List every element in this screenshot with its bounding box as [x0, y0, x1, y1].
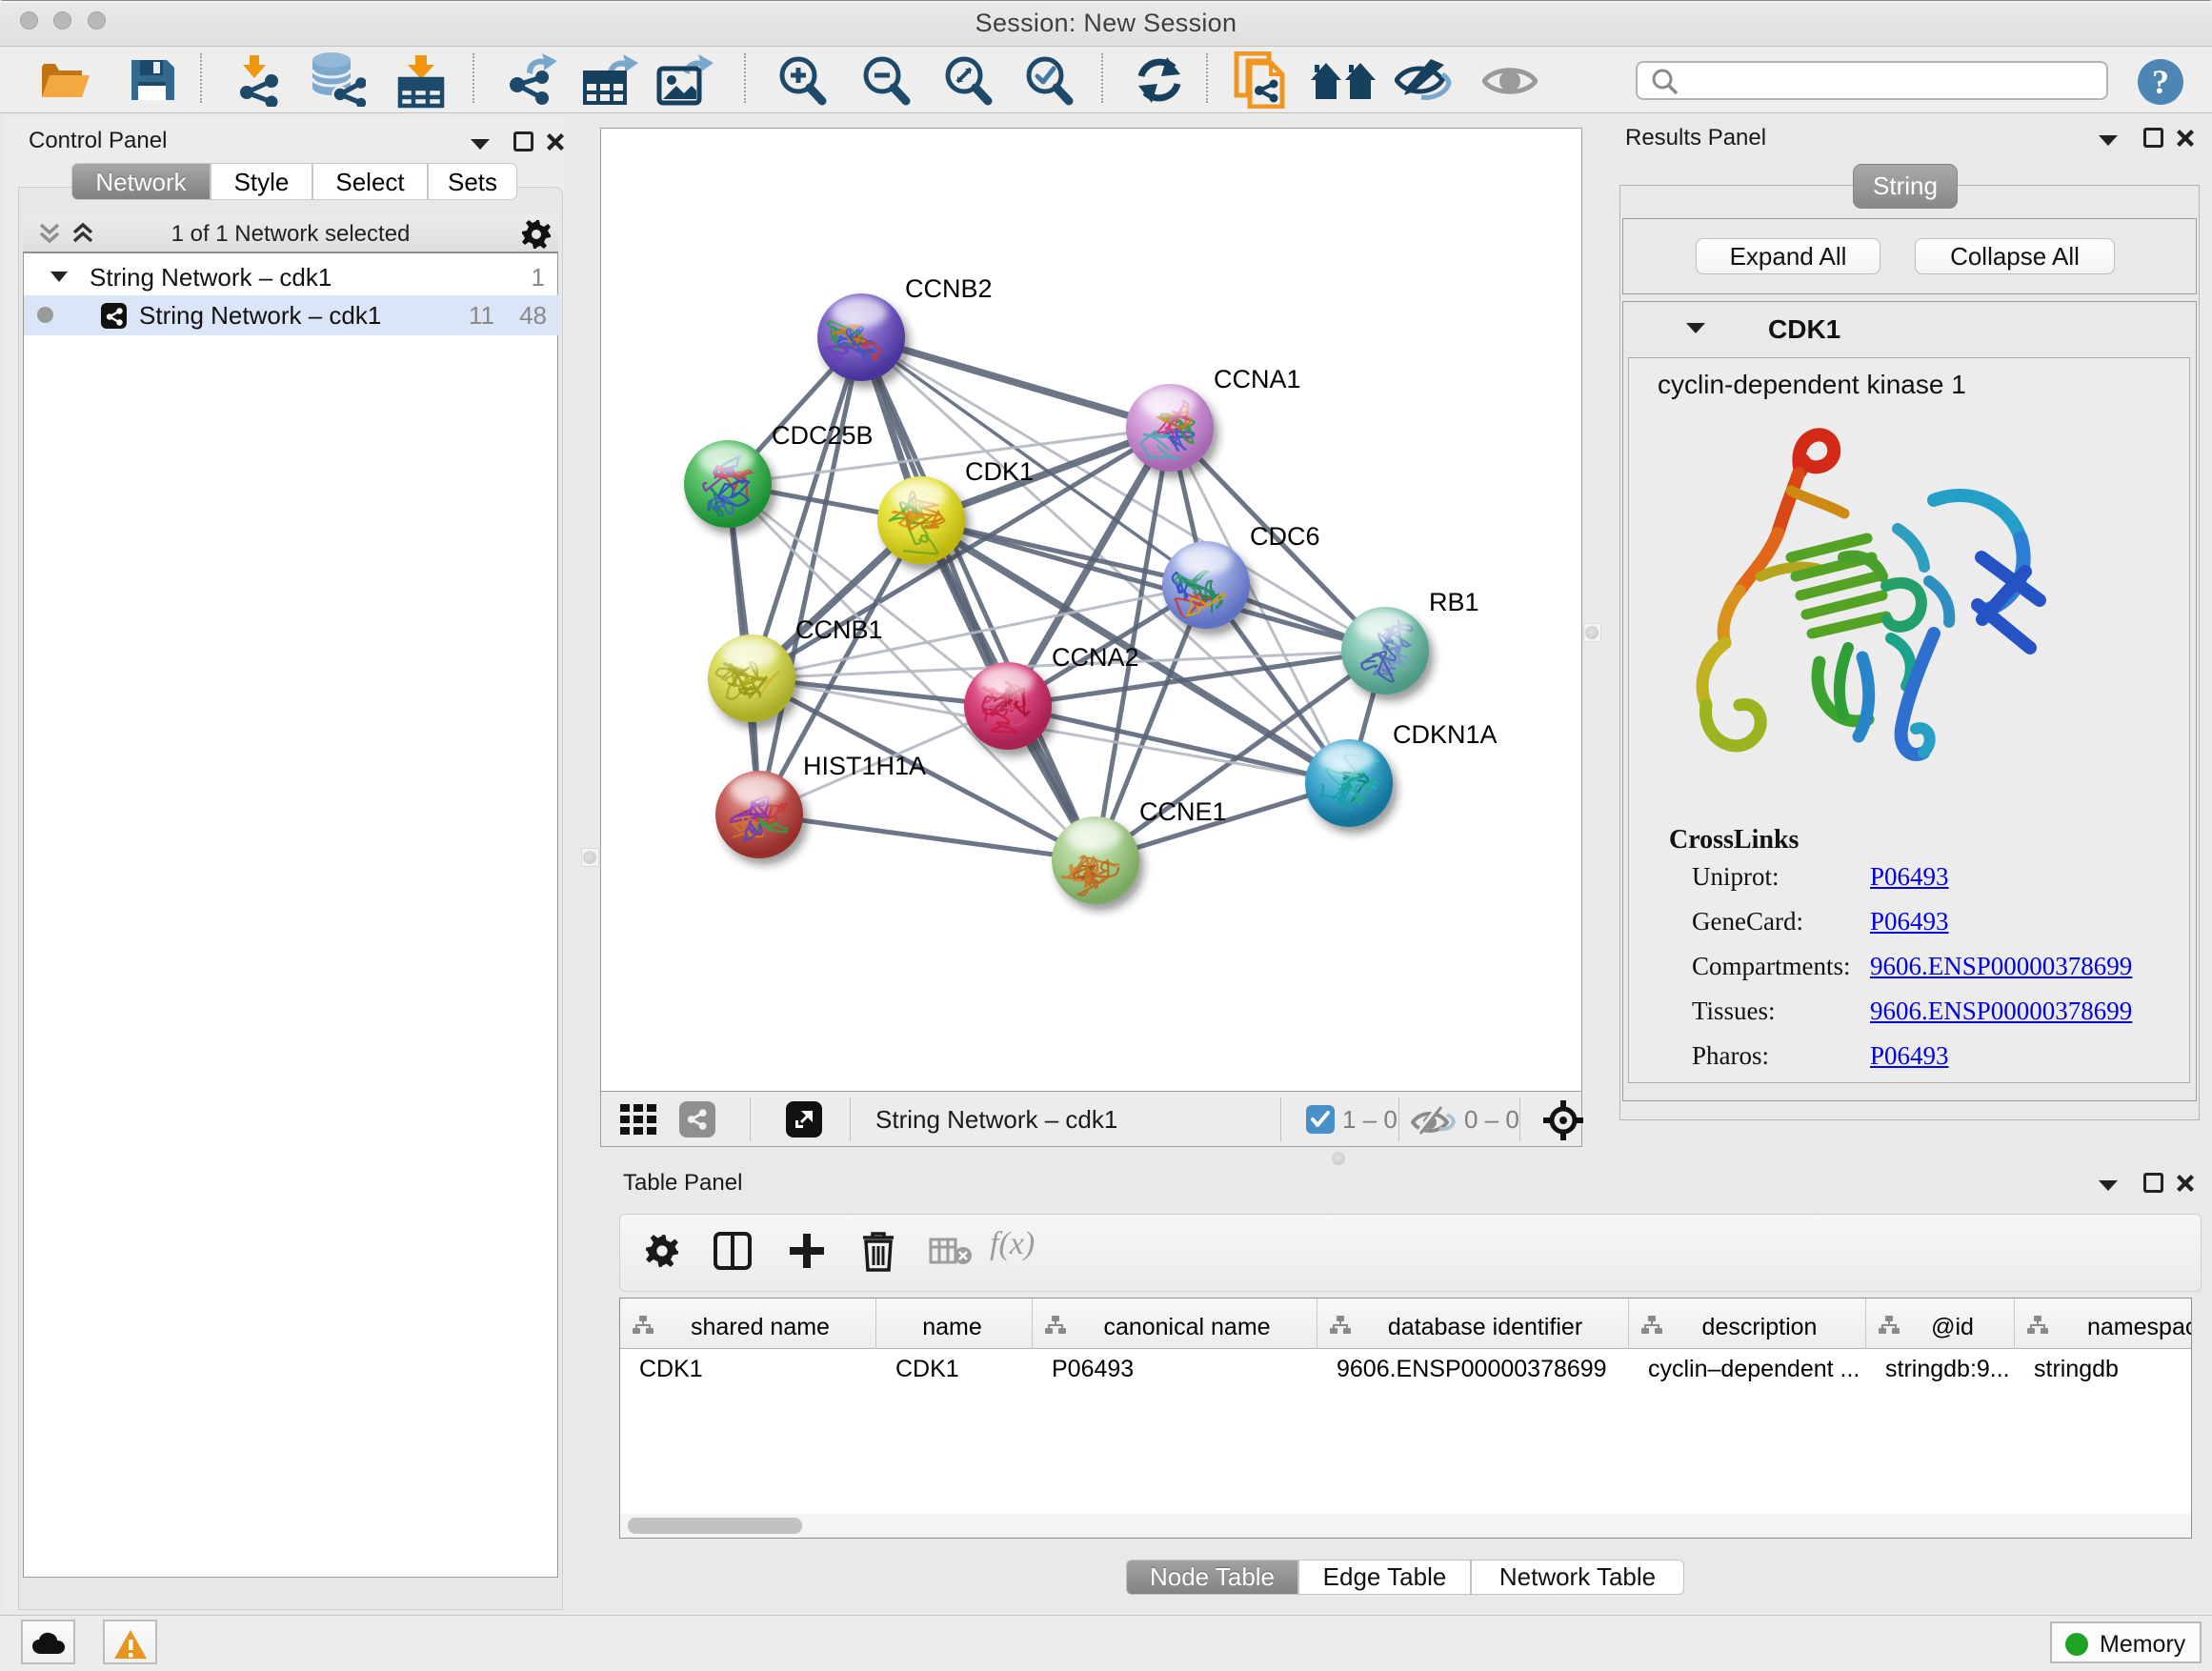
svg-text:CDC6: CDC6	[1250, 522, 1320, 551]
svg-text:CDK1: CDK1	[965, 457, 1034, 486]
svg-text:CCNA1: CCNA1	[1214, 365, 1301, 393]
svg-text:CDC25B: CDC25B	[772, 421, 874, 450]
svg-text:CCNB2: CCNB2	[905, 274, 993, 303]
svg-text:CDKN1A: CDKN1A	[1393, 720, 1498, 749]
svg-text:RB1: RB1	[1429, 588, 1479, 616]
svg-text:CCNB1: CCNB1	[795, 615, 883, 644]
svg-text:CCNE1: CCNE1	[1139, 797, 1227, 826]
svg-text:HIST1H1A: HIST1H1A	[803, 752, 926, 780]
svg-text:CCNA2: CCNA2	[1052, 643, 1139, 672]
